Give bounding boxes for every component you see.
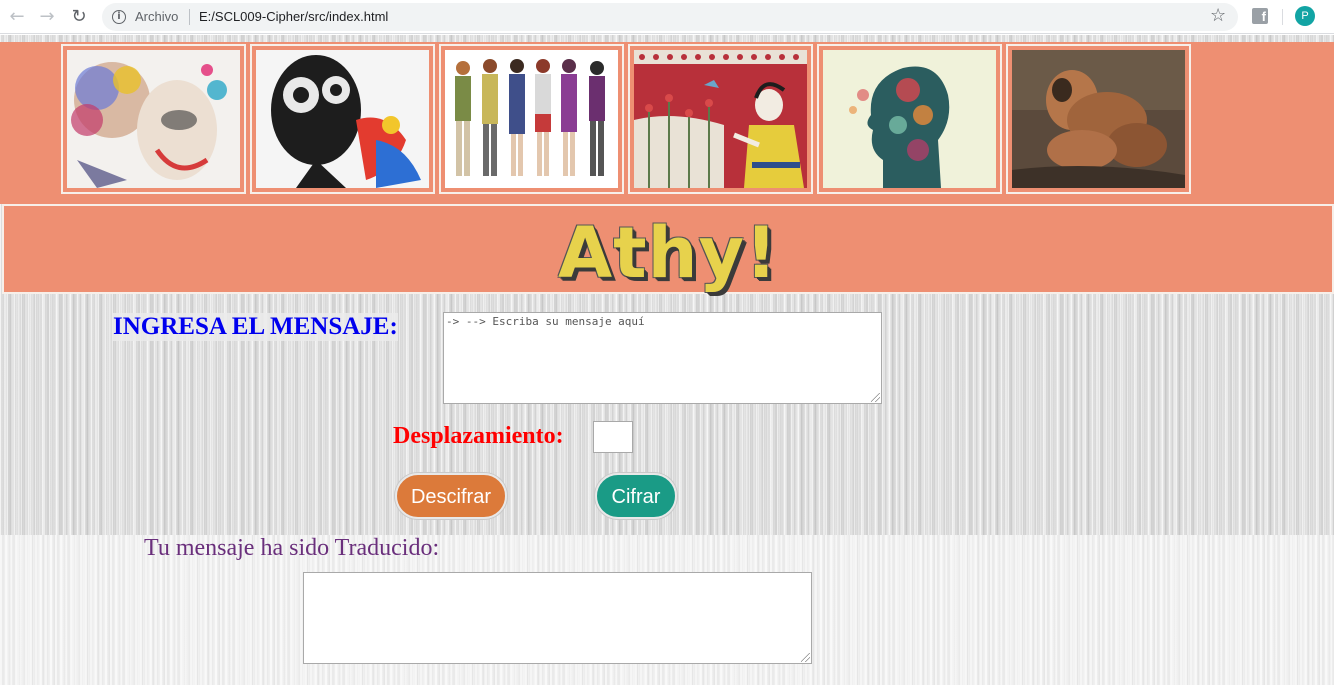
- gallery-image-5: [817, 44, 1002, 194]
- result-section: Tu mensaje ha sido Traducido:: [0, 535, 1334, 685]
- floral-head-silhouette-image: [823, 50, 996, 188]
- minoan-fresco-image: [634, 50, 807, 188]
- forward-icon[interactable]: →: [36, 6, 58, 28]
- art-portrait-colorful-image: [67, 50, 240, 188]
- toolbar-divider: [1282, 9, 1283, 25]
- result-label: Tu mensaje ha sido Traducido:: [144, 535, 440, 561]
- gallery-image-4: [628, 44, 813, 194]
- message-label: INGRESA EL MENSAJE:: [113, 313, 398, 341]
- address-bar[interactable]: i Archivo E:/SCL009-Cipher/src/index.htm…: [102, 3, 1238, 31]
- resize-handle-icon[interactable]: [801, 653, 810, 662]
- decipher-button[interactable]: Descifrar: [395, 473, 507, 519]
- offset-label: Desplazamiento:: [393, 423, 564, 449]
- figure-painting-image: [1012, 50, 1185, 188]
- image-gallery: [0, 42, 1334, 204]
- offset-input[interactable]: [593, 421, 633, 453]
- page-body: Athy! INGRESA EL MENSAJE: -> --> Escriba…: [0, 35, 1334, 685]
- gallery-image-2: [250, 44, 435, 194]
- art-skull-face-image: [256, 50, 429, 188]
- gallery-image-6: [1006, 44, 1191, 194]
- info-icon[interactable]: i: [112, 10, 126, 24]
- url-text[interactable]: E:/SCL009-Cipher/src/index.html: [199, 9, 388, 24]
- resize-handle-icon[interactable]: [871, 393, 880, 402]
- scheme-label: Archivo: [135, 9, 179, 24]
- facebook-extension-icon[interactable]: f: [1252, 8, 1268, 24]
- back-icon[interactable]: ←: [6, 6, 28, 28]
- omnibox-divider: [189, 9, 190, 25]
- gallery-image-1: [61, 44, 246, 194]
- gallery-image-3: [439, 44, 624, 194]
- message-textarea[interactable]: -> --> Escriba su mensaje aquí: [443, 312, 882, 404]
- profile-avatar[interactable]: P: [1295, 6, 1315, 26]
- fashion-illustration-image: [445, 50, 618, 188]
- cipher-button[interactable]: Cifrar: [595, 473, 677, 519]
- title-banner: Athy!: [2, 204, 1334, 294]
- browser-toolbar: ← → ↻ i Archivo E:/SCL009-Cipher/src/ind…: [0, 0, 1334, 34]
- bookmark-star-icon[interactable]: ☆: [1210, 5, 1226, 26]
- message-text: -> --> Escriba su mensaje aquí: [446, 315, 645, 328]
- reload-icon[interactable]: ↻: [68, 6, 90, 28]
- page-title: Athy!: [557, 212, 779, 294]
- result-textarea[interactable]: [303, 572, 812, 664]
